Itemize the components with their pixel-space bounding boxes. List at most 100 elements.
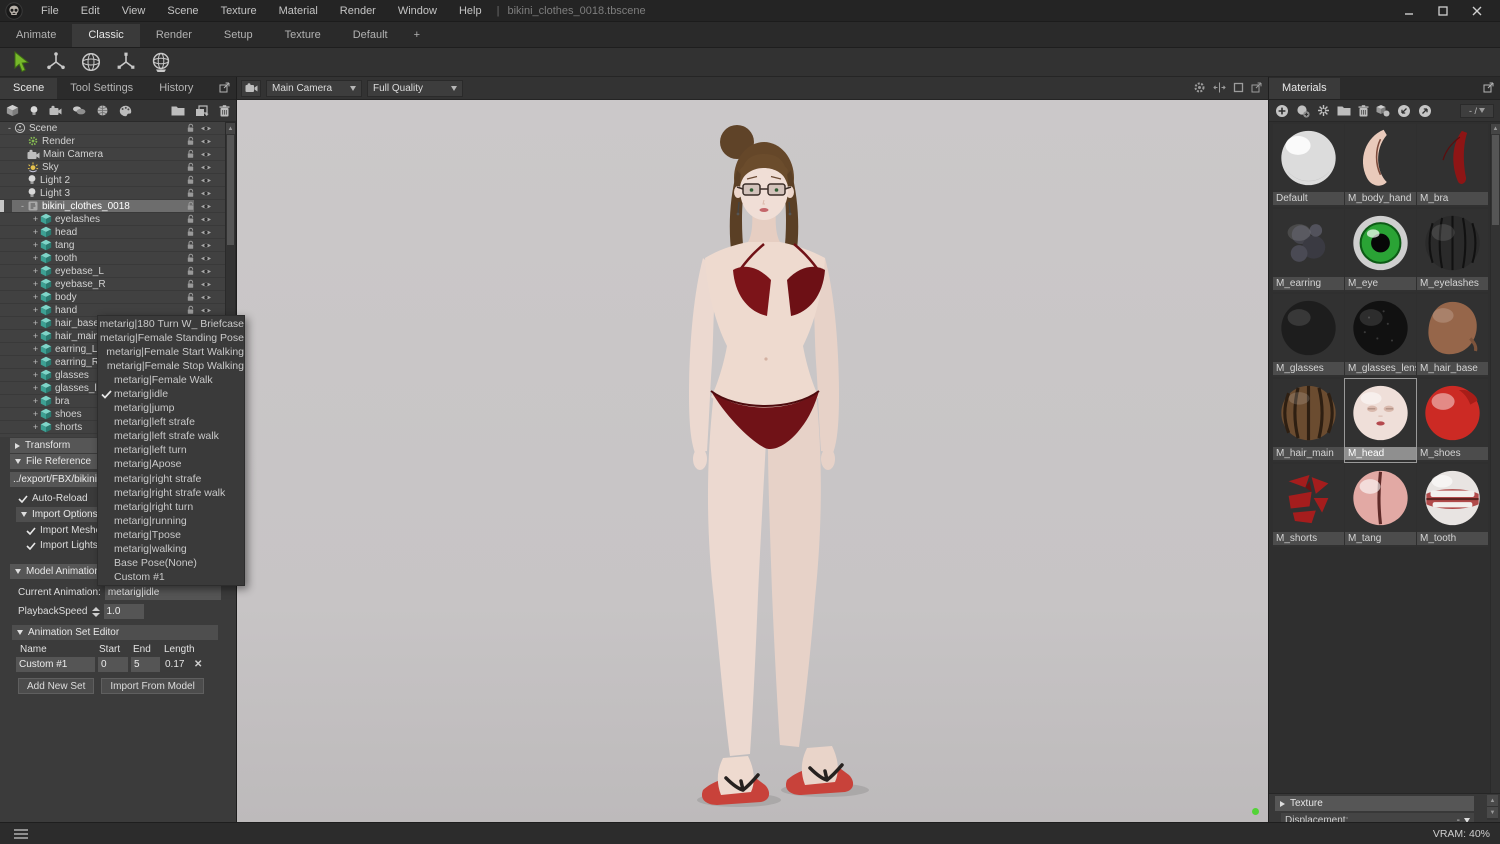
scrollbar-thumb[interactable] (1492, 135, 1499, 225)
add-new-set-button[interactable]: Add New Set (18, 678, 95, 694)
hamburger-menu-icon[interactable] (14, 828, 28, 839)
menu-window[interactable]: Window (387, 5, 448, 17)
section-animation-set-editor[interactable]: Animation Set Editor (12, 625, 218, 640)
minimize-icon[interactable] (1396, 2, 1422, 20)
tree-row-light-2[interactable]: Light 2 (0, 174, 224, 187)
animation-menu-item[interactable]: metarig|running (98, 514, 244, 528)
lock-icon[interactable] (186, 227, 195, 237)
animation-menu-item[interactable]: metarig|right turn (98, 500, 244, 514)
load-icon[interactable] (1397, 104, 1411, 118)
materials-scrollbar[interactable]: ▲ (1490, 124, 1500, 793)
add-sky-icon[interactable] (72, 105, 86, 116)
import-from-model-button[interactable]: Import From Model (101, 678, 204, 694)
duplicate-material-icon[interactable] (1296, 104, 1310, 118)
eye-icon[interactable] (200, 228, 212, 237)
animation-menu-item[interactable]: metarig|Tpose (98, 528, 244, 542)
material-m_shoes[interactable]: M_shoes (1417, 379, 1488, 462)
tree-expander[interactable]: + (31, 331, 40, 341)
animation-menu-item[interactable]: metarig|Female Start Walking (98, 345, 244, 359)
tree-expander[interactable]: + (31, 279, 40, 289)
material-m_body_hand[interactable]: M_body_hand (1345, 124, 1416, 207)
animation-menu-item[interactable]: Base Pose(None) (98, 556, 244, 570)
add-light-icon[interactable] (29, 105, 39, 117)
eye-icon[interactable] (200, 176, 212, 185)
rotate-tool-icon[interactable] (78, 49, 104, 75)
animation-menu-item[interactable]: metarig|Apose (98, 457, 244, 471)
workspace-tab-animate[interactable]: Animate (0, 24, 72, 47)
current-animation-select[interactable]: metarig|idle (104, 585, 221, 600)
eye-icon[interactable] (200, 306, 212, 315)
animation-menu-item[interactable]: metarig|180 Turn W_ Briefcase (98, 317, 244, 331)
dissolve-icon[interactable] (1317, 104, 1330, 117)
folder-icon[interactable] (171, 105, 185, 116)
menu-scene[interactable]: Scene (156, 5, 209, 17)
animation-menu-item[interactable]: metarig|Female Standing Pose (98, 331, 244, 345)
material-m_shorts[interactable]: M_shorts (1273, 464, 1344, 547)
viewport-settings-gear-icon[interactable] (1193, 81, 1206, 94)
menu-help[interactable]: Help (448, 5, 493, 17)
tree-expander[interactable]: + (31, 214, 40, 224)
displacement-row[interactable]: Displacement: - (1281, 813, 1474, 822)
tree-expander[interactable]: + (31, 253, 40, 263)
tab-materials[interactable]: Materials (1269, 78, 1340, 99)
eye-icon[interactable] (200, 163, 212, 172)
tree-expander[interactable]: + (31, 292, 40, 302)
animation-menu-item[interactable]: metarig|Female Walk (98, 373, 244, 387)
workspace-tab-default[interactable]: Default (337, 24, 404, 47)
tab-history[interactable]: History (146, 78, 206, 99)
split-view-icon[interactable] (1213, 81, 1226, 94)
scroll-up-icon[interactable]: ▲ (226, 123, 235, 134)
menu-view[interactable]: View (111, 5, 157, 17)
lock-icon[interactable] (186, 305, 195, 315)
scroll-up-icon[interactable]: ▲ (1487, 795, 1498, 806)
eye-icon[interactable] (200, 241, 212, 250)
lock-icon[interactable] (186, 162, 195, 172)
lock-icon[interactable] (186, 214, 195, 224)
lock-icon[interactable] (186, 240, 195, 250)
lock-icon[interactable] (186, 292, 195, 302)
eye-icon[interactable] (200, 202, 212, 211)
lock-icon[interactable] (186, 149, 195, 159)
eye-icon[interactable] (200, 267, 212, 276)
eye-icon[interactable] (200, 254, 212, 263)
tree-row-tang[interactable]: + tang (0, 239, 224, 252)
animation-menu-item[interactable]: Custom #1 (98, 570, 244, 584)
tree-expander[interactable]: + (31, 344, 40, 354)
animation-menu-item[interactable]: metarig|left turn (98, 443, 244, 457)
tree-expander[interactable]: + (31, 422, 40, 432)
popout-panel-icon[interactable] (1483, 82, 1494, 93)
delete-icon[interactable] (219, 104, 230, 117)
tree-expander[interactable]: + (31, 357, 40, 367)
material-m_eye[interactable]: M_eye (1345, 209, 1416, 292)
popout-view-icon[interactable] (1251, 81, 1262, 94)
menu-render[interactable]: Render (329, 5, 387, 17)
add-object-icon[interactable] (6, 104, 19, 117)
material-m_eyelashes[interactable]: M_eyelashes (1417, 209, 1488, 292)
quality-select[interactable]: Full Quality (367, 79, 463, 97)
move-tool-icon[interactable] (43, 49, 69, 75)
animation-menu-item[interactable]: metarig|Female Stop Walking (98, 359, 244, 373)
tree-row-tooth[interactable]: + tooth (0, 252, 224, 265)
apply-to-mesh-icon[interactable] (1376, 104, 1390, 117)
menu-texture[interactable]: Texture (210, 5, 268, 17)
delete-set-icon[interactable]: ✕ (194, 659, 202, 670)
workspace-tab--[interactable]: + (404, 24, 430, 47)
tree-row-head[interactable]: + head (0, 226, 224, 239)
tree-expander[interactable]: + (31, 305, 40, 315)
lock-icon[interactable] (186, 175, 195, 185)
material-m_bra[interactable]: M_bra (1417, 124, 1488, 207)
tree-expander[interactable]: + (31, 396, 40, 406)
universal-tool-icon[interactable] (148, 49, 174, 75)
select-tool-icon[interactable] (8, 49, 34, 75)
tree-expander[interactable]: - (5, 123, 14, 133)
tree-row-body[interactable]: + body (0, 291, 224, 304)
animation-menu-item[interactable]: metarig|idle (98, 387, 244, 401)
tree-row-eyelashes[interactable]: + eyelashes (0, 213, 224, 226)
duplicate-icon[interactable] (195, 104, 209, 117)
animation-menu-item[interactable]: metarig|right strafe walk (98, 486, 244, 500)
material-m_earring[interactable]: M_earring (1273, 209, 1344, 292)
set-end-input[interactable]: 5 (131, 657, 160, 672)
scale-tool-icon[interactable] (113, 49, 139, 75)
workspace-tab-texture[interactable]: Texture (269, 24, 337, 47)
tree-expander[interactable]: + (31, 318, 40, 328)
